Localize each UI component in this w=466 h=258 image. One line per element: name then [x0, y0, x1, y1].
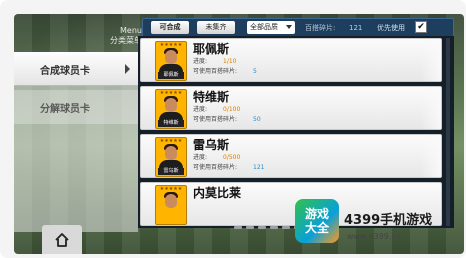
page-dot — [258, 226, 266, 229]
portrait-face — [165, 98, 177, 112]
player-portrait: ★★★★★ 雷乌斯 — [155, 137, 187, 177]
portrait-name-plate: 雷乌斯 — [158, 168, 184, 175]
device-frame: Menu 分类菜单 合成球员卡 分解球员卡 可合成 未集齐 全部品质 百搭碎片:… — [0, 0, 466, 258]
usable-fragments-label: 可使用百搭碎片: — [193, 116, 238, 123]
quality-select-value: 全部品质 — [250, 23, 278, 31]
menu-title-en: Menu — [120, 26, 142, 35]
menu-item-decompose-cards[interactable]: 分解球员卡 — [14, 90, 138, 124]
list-scrollbar[interactable] — [446, 38, 450, 226]
progress-value: 1/10 — [223, 58, 237, 65]
progress-value: 0/100 — [223, 106, 241, 113]
page-dot — [246, 226, 254, 229]
chevron-right-icon — [125, 64, 130, 74]
wild-fragments-count: 121 — [349, 24, 363, 32]
player-name: 雷乌斯 — [193, 138, 230, 152]
player-name: 耶佩斯 — [193, 42, 230, 56]
priority-use-label: 优先使用 — [377, 24, 405, 32]
player-card[interactable]: ★★★★★ 耶佩斯 耶佩斯 进度: 1/10 可使用百搭碎片: 5 — [140, 38, 442, 82]
watermark-url: www.4399.cn — [347, 232, 401, 241]
portrait-face — [165, 194, 177, 208]
watermark-text: 4399手机游戏 — [344, 213, 433, 228]
player-portrait: ★★★★★ 耶佩斯 — [155, 41, 187, 81]
usable-fragments-label: 可使用百搭碎片: — [193, 164, 238, 171]
usable-fragments-label: 可使用百搭碎片: — [193, 68, 238, 75]
usable-fragments-value: 50 — [253, 116, 261, 123]
progress-label: 进度: — [193, 154, 208, 161]
menu-header: Menu 分类菜单 — [84, 26, 142, 46]
menu-item-compose-cards[interactable]: 合成球员卡 — [14, 52, 138, 86]
filter-composable-button[interactable]: 可合成 — [151, 21, 189, 34]
menu-title-cn: 分类菜单 — [110, 36, 142, 45]
page-dot — [234, 226, 242, 229]
player-portrait: ★★★★★ 特维斯 — [155, 89, 187, 129]
watermark-logo-line2: 大全 — [304, 221, 329, 235]
portrait-face — [165, 50, 177, 64]
page-dot — [282, 226, 290, 229]
filter-uncollected-button[interactable]: 未集齐 — [197, 21, 235, 34]
card-edge-highlight — [421, 39, 441, 81]
player-card[interactable]: ★★★★★ 雷乌斯 雷乌斯 进度: 0/500 可使用百搭碎片: 121 — [140, 134, 442, 178]
menu-item-label: 分解球员卡 — [40, 103, 90, 115]
menu-item-label: 合成球员卡 — [40, 65, 90, 77]
usable-fragments-value: 5 — [253, 68, 257, 75]
card-edge-highlight — [421, 87, 441, 129]
usable-fragments-value: 121 — [253, 164, 265, 171]
watermark-logo-line1: 游戏 — [304, 207, 329, 221]
progress-label: 进度: — [193, 58, 208, 65]
wild-fragments-label: 百搭碎片: — [305, 24, 336, 32]
player-name: 特维斯 — [193, 90, 230, 104]
card-edge-highlight — [421, 135, 441, 177]
player-portrait: ★★★★★ — [155, 185, 187, 225]
player-card-list[interactable]: ★★★★★ 耶佩斯 耶佩斯 进度: 1/10 可使用百搭碎片: 5 ★★★★★ — [138, 36, 454, 228]
progress-value: 0/500 — [223, 154, 241, 161]
portrait-face — [165, 146, 177, 160]
player-name: 内莫比莱 — [193, 186, 242, 200]
player-card[interactable]: ★★★★★ 特维斯 特维斯 进度: 0/100 可使用百搭碎片: 50 — [140, 86, 442, 130]
home-icon — [55, 232, 69, 247]
filter-bar: 可合成 未集齐 全部品质 百搭碎片: 121 优先使用 ✔ — [142, 18, 454, 38]
portrait-name-plate: 耶佩斯 — [158, 72, 184, 79]
quality-select[interactable]: 全部品质 — [247, 21, 295, 34]
priority-use-checkbox[interactable]: ✔ — [415, 21, 427, 33]
portrait-name-plate: 特维斯 — [158, 120, 184, 127]
chevron-down-icon — [286, 25, 292, 29]
watermark-logo: 游戏 大全 — [295, 199, 339, 243]
progress-label: 进度: — [193, 106, 208, 113]
page-dot — [270, 226, 278, 229]
home-button[interactable] — [42, 225, 82, 254]
